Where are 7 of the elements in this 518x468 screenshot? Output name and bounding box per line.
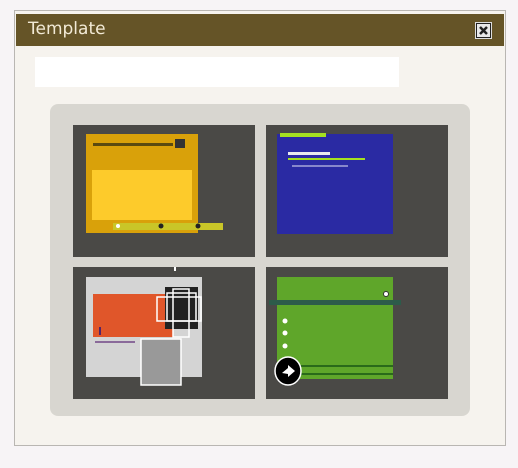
close-icon: [477, 24, 490, 36]
template-thumbnail-drawing[interactable]: [266, 125, 448, 257]
template-thumbnail-drawing[interactable]: [73, 267, 255, 399]
close-button[interactable]: [475, 22, 492, 38]
template-thumbnail-drawing[interactable]: [73, 125, 255, 257]
window-title: Template: [28, 18, 106, 42]
template-thumbnail-drawing[interactable]: [266, 267, 448, 399]
